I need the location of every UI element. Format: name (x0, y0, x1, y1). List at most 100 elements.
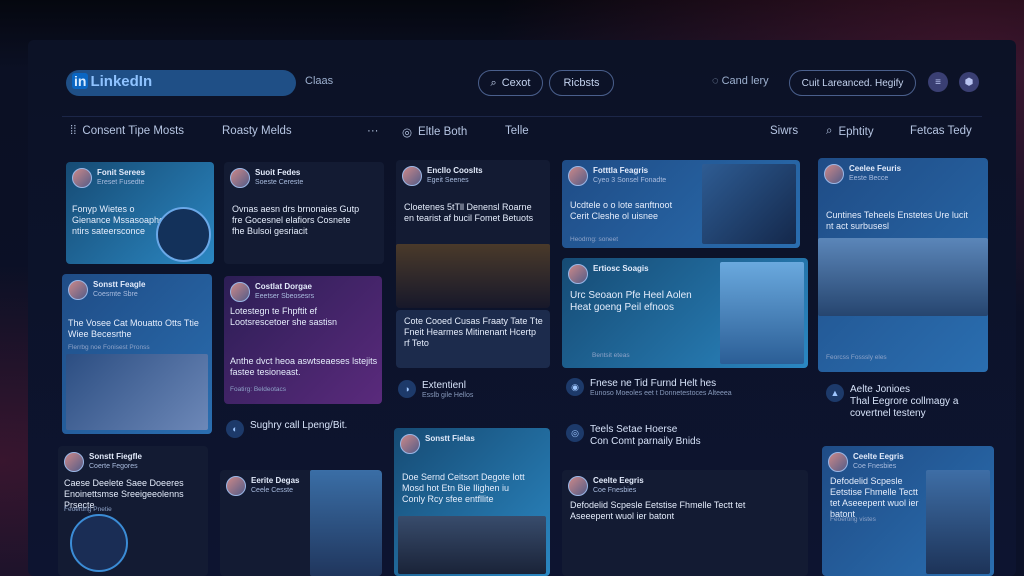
fetcas-tedy-tab[interactable]: Fetcas Tedy (910, 125, 972, 137)
post-card[interactable]: Ceelte Eegris Coe Fnesbies Defodelid Scpe… (562, 470, 808, 576)
more-options-icon[interactable]: ··· (367, 125, 379, 137)
siwrs-tab[interactable]: Siwrs (770, 125, 798, 137)
list-item[interactable]: ◉ Fnese ne Tid Furnd Helt hes Eunoso Moeol… (566, 378, 806, 397)
post-card[interactable]: Ertiosc Soagis Urc Seoaon Pfe Heel Aolen… (562, 258, 808, 368)
avatar[interactable] (400, 434, 420, 454)
profile-photo[interactable] (70, 514, 128, 572)
more-glyph: ··· (367, 125, 379, 137)
author-name[interactable]: Suoit Fedes (255, 168, 303, 178)
list-item[interactable]: ◎ Teels Setae Hoerse Con Comt parnaily Bni… (566, 424, 806, 448)
post-text: Urc Seoaon Pfe Heel Aolen Heat goeng Pei… (570, 290, 692, 313)
nav-text[interactable]: Claas (305, 75, 333, 87)
avatar[interactable] (68, 280, 88, 300)
post-header: Fotttla Feagris Cyeo 3 Sonsel Fonadte (568, 166, 666, 186)
author-name[interactable]: Sonstt Fielas (425, 434, 475, 444)
author-name[interactable]: Costlat Dorgae (255, 282, 314, 292)
reasty-label: Roasty Melds (222, 125, 292, 137)
avatar[interactable] (828, 452, 848, 472)
post-card[interactable]: Ceelte Eegris Coe Fnesbies Defodelid Scpe… (822, 446, 994, 576)
filter-icon: ◎ (402, 127, 413, 139)
avatar[interactable] (64, 452, 84, 472)
avatar[interactable] (568, 166, 588, 186)
cta-button[interactable]: Cuit Lareanced. Hegify (789, 70, 916, 96)
post-card[interactable]: Encllo Cooslts Egeit Seenes Cloetenes 5tT… (396, 160, 550, 308)
author-name[interactable]: Sonstt Feagle (93, 280, 145, 290)
avatar[interactable] (230, 168, 250, 188)
content-type-menu[interactable]: ⁞⁞ Consent Tipe Mosts (70, 125, 184, 137)
author-name[interactable]: Encllo Cooslts (427, 166, 483, 176)
post-header: Encllo Cooslts Egeit Seenes (402, 166, 483, 186)
author-name[interactable]: Ceelte Eegris (853, 452, 904, 462)
avatar[interactable] (824, 164, 844, 184)
profile-icon[interactable]: ⬢ (959, 72, 979, 92)
post-card[interactable]: Ceelee Feuris Eeste Becce Cuntines Teheel… (818, 158, 988, 372)
telle-tab[interactable]: Telle (505, 125, 529, 137)
avatar[interactable] (226, 476, 246, 496)
post-meta: Feorcss Fosssly eles (826, 354, 887, 361)
post-header: Ertiosc Soagis (568, 264, 649, 284)
post-image[interactable] (702, 164, 796, 244)
toolbar-search-label: Ephtity (838, 125, 874, 138)
post-card[interactable]: Sonstt Feagle Coesmte Sbre The Vosee Cat … (62, 274, 212, 434)
status-indicator: ◌ Cand lery (712, 75, 769, 87)
list-item[interactable]: ▲ Aelte Jonioes Thal Eegrore collmagy a co… (826, 384, 986, 420)
avatar[interactable] (72, 168, 92, 188)
avatar[interactable] (230, 282, 250, 302)
list-title: Extentienl (422, 380, 466, 391)
avatar[interactable] (402, 166, 422, 186)
post-card[interactable]: Suoit Fedes Soeste Cereste Ovnas aesn drs… (224, 162, 384, 264)
author-subtitle: Egeit Seenes (427, 177, 469, 184)
post-text: Ovnas aesn drs brnonaies Gutp fre Gocesn… (232, 204, 360, 236)
toolbar-search[interactable]: ⌕ Ephtity (826, 125, 874, 138)
post-image[interactable] (66, 354, 208, 430)
author-subtitle: Coesmte Sbre (93, 291, 138, 298)
avatar[interactable] (568, 476, 588, 496)
reasty-melds-tab[interactable]: Roasty Melds (222, 125, 292, 137)
menu-icon[interactable]: ≡ (928, 72, 948, 92)
linkedin-logo[interactable]: in LinkedIn (66, 70, 296, 96)
post-text: Cloetenes 5tTll Denensl Roarne en tearis… (404, 202, 534, 223)
list-icon: ◐ (226, 420, 244, 438)
post-header: Costlat Dorgae Eeetser Sbeosesrs (230, 282, 314, 302)
post-card[interactable]: Sonstt Fiegfle Coerte Fegores Caese Deele… (58, 446, 208, 576)
search-icon: ⌕ (490, 76, 497, 89)
post-card[interactable]: Sonstt Fielas Doe Sernd Ceitsort Degote … (394, 428, 550, 576)
list-item[interactable]: ◑ Extentienl Esslb gile Hellos (398, 380, 558, 399)
author-name[interactable]: Fotttla Feagris (593, 166, 666, 176)
post-image[interactable] (720, 262, 804, 364)
post-image[interactable] (396, 244, 550, 308)
post-card[interactable]: Costlat Dorgae Eeetser Sbeosesrs Lotesteg… (224, 276, 382, 404)
post-card[interactable]: Eerite Degas Ceele Cesste (220, 470, 382, 576)
list-icon: ▲ (826, 384, 844, 402)
post-header: Ceelte Eegris Coe Fnesbies (828, 452, 904, 472)
post-image[interactable] (310, 470, 382, 576)
post-text: Cote Cooed Cusas Fraaty Tate Tte Fneit H… (404, 316, 543, 348)
ricbsts-button[interactable]: Ricbsts (549, 70, 614, 96)
author-subtitle: Soeste Cereste (255, 179, 304, 186)
author-name[interactable]: Ceelee Feuris (849, 164, 901, 174)
author-subtitle: Coerte Fegores (89, 463, 138, 470)
logo-text: LinkedIn (90, 73, 153, 90)
search-button[interactable]: ⌕ Cexot (478, 70, 543, 96)
post-image[interactable] (398, 516, 546, 574)
filter-tab[interactable]: ◎ Eltle Both (402, 125, 467, 139)
post-meta: Feoerting Pnetie (64, 506, 112, 513)
post-card[interactable]: Fotttla Feagris Cyeo 3 Sonsel Fonadte Ucd… (562, 160, 800, 248)
list-item[interactable]: ◐ Sughry call Lpeng/Bit. (226, 420, 386, 438)
menu-glyph: ≡ (935, 76, 941, 88)
author-name[interactable]: Ertiosc Soagis (593, 264, 649, 274)
siwrs-label: Siwrs (770, 125, 799, 137)
author-name[interactable]: Fonit Serees (97, 168, 145, 178)
author-name[interactable]: Sonstt Fiegfle (89, 452, 142, 462)
post-image[interactable] (926, 470, 990, 574)
post-meta: Foatirg: Beldeotacs (230, 386, 287, 393)
search-label: Cexot (501, 77, 531, 89)
post-card[interactable]: Fonit Serees Ereset Fusedte Fonyp Wietes … (66, 162, 214, 264)
author-name[interactable]: Ceelte Eegris (593, 476, 644, 486)
author-name[interactable]: Eerite Degas (251, 476, 299, 486)
post-card[interactable]: Cote Cooed Cusas Fraaty Tate Tte Fneit H… (396, 310, 550, 368)
search-icon: ⌕ (826, 125, 833, 137)
avatar[interactable] (568, 264, 588, 284)
post-image[interactable] (818, 238, 988, 316)
post-text: Defodelid Scpesle Eetstise Fhmelle Tectt… (830, 476, 919, 519)
